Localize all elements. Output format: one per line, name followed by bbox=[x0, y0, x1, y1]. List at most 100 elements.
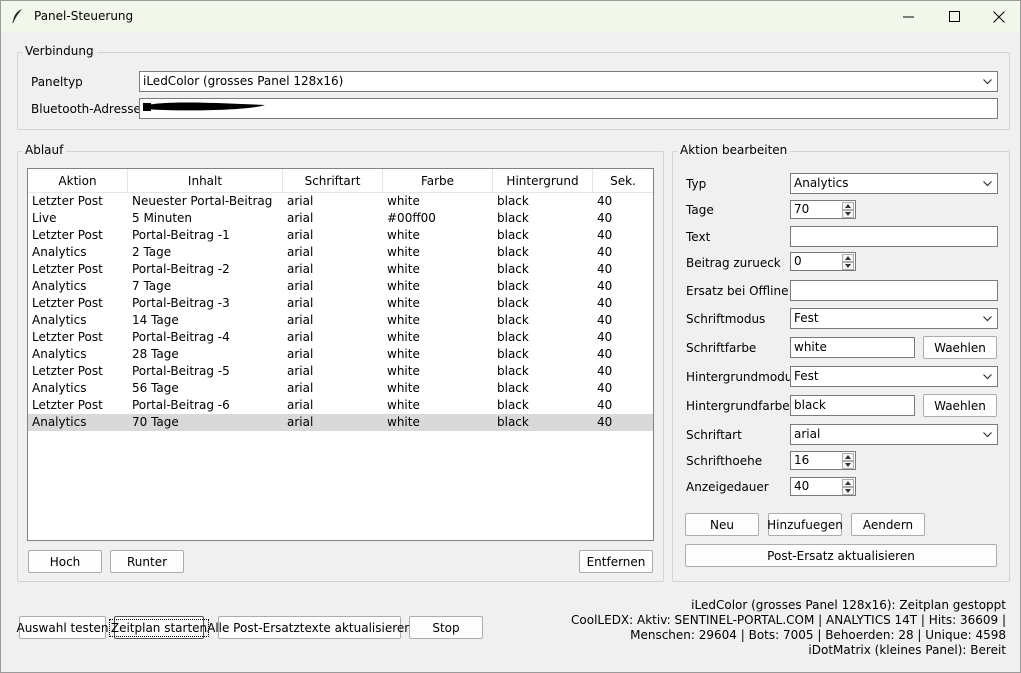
ablauf-label: Ablauf bbox=[22, 143, 67, 157]
auswahl-testen-button[interactable]: Auswahl testen bbox=[16, 616, 109, 639]
hintergrundfarbe-input[interactable]: black bbox=[790, 395, 915, 416]
cell-inhalt: 7 Tage bbox=[132, 279, 172, 293]
column-header-sek[interactable]: Sek. bbox=[593, 169, 653, 193]
schriftfarbe-input[interactable]: white bbox=[790, 337, 915, 358]
spin-down-icon[interactable] bbox=[842, 262, 854, 270]
status-panel: iLedColor (grosses Panel 128x16): Zeitpl… bbox=[506, 598, 1006, 658]
schrifthoehe-spinbox[interactable]: 16 bbox=[790, 451, 856, 470]
cell-aktion: Live bbox=[32, 211, 57, 225]
spin-up-icon[interactable] bbox=[842, 479, 854, 487]
neu-button[interactable]: Neu bbox=[685, 513, 759, 536]
runter-button[interactable]: Runter bbox=[110, 550, 184, 573]
close-icon bbox=[993, 10, 1005, 23]
column-header-farbe[interactable]: Farbe bbox=[383, 169, 493, 193]
hintergrundmodus-select[interactable]: Fest bbox=[790, 366, 998, 387]
cell-aktion: Letzter Post bbox=[32, 398, 103, 412]
cell-hintergrund: black bbox=[497, 262, 529, 276]
paneltyp-select[interactable]: iLedColor (grosses Panel 128x16) bbox=[139, 71, 998, 92]
spin-down-icon[interactable] bbox=[842, 461, 854, 469]
spin-down-icon[interactable] bbox=[842, 487, 854, 495]
cell-schriftart: arial bbox=[287, 415, 314, 429]
entfernen-button[interactable]: Entfernen bbox=[579, 550, 653, 573]
hinzufuegen-button[interactable]: Hinzufuegen bbox=[767, 513, 843, 536]
table-row[interactable]: Analytics 7 Tage arial white black 40 bbox=[28, 278, 653, 295]
cell-sek: 40 bbox=[597, 194, 613, 208]
beitrag-zurueck-spinbox[interactable]: 0 bbox=[790, 252, 856, 271]
aktion-label: Aktion bearbeiten bbox=[677, 143, 791, 157]
table-row[interactable]: Letzter Post Portal-Beitrag -5 arial white b… bbox=[28, 363, 653, 380]
cell-hintergrund: black bbox=[497, 313, 529, 327]
ablauf-table[interactable]: Aktion Inhalt Schriftart Farbe Hintergru… bbox=[27, 168, 654, 541]
spin-up-icon[interactable] bbox=[842, 254, 854, 262]
minimize-button[interactable] bbox=[885, 1, 931, 32]
cell-inhalt: 56 Tage bbox=[132, 381, 179, 395]
cell-farbe: white bbox=[387, 296, 420, 310]
cell-inhalt: Neuester Portal-Beitrag bbox=[132, 194, 273, 208]
main-window: Panel-Steuerung Verbindung Paneltyp iLed… bbox=[0, 0, 1021, 673]
table-row[interactable]: Analytics 70 Tage arial white black 40 bbox=[28, 414, 653, 431]
cell-hintergrund: black bbox=[497, 381, 529, 395]
column-header-aktion[interactable]: Aktion bbox=[28, 169, 128, 193]
maximize-button[interactable] bbox=[931, 1, 977, 32]
zeitplan-starten-button[interactable]: Zeitplan starten bbox=[108, 616, 210, 639]
table-row[interactable]: Letzter Post Neuester Portal-Beitrag arial… bbox=[28, 193, 653, 210]
cell-inhalt: 2 Tage bbox=[132, 245, 172, 259]
aendern-button[interactable]: Aendern bbox=[851, 513, 925, 536]
waehlen-label: Waehlen bbox=[934, 340, 986, 355]
table-row[interactable]: Letzter Post Portal-Beitrag -6 arial white b… bbox=[28, 397, 653, 414]
column-header-schriftart[interactable]: Schriftart bbox=[283, 169, 383, 193]
table-row[interactable]: Analytics 14 Tage arial white black 40 bbox=[28, 312, 653, 329]
alle-post-ersatztexte-button[interactable]: Alle Post-Ersatztexte aktualisieren bbox=[207, 616, 412, 639]
cell-schriftart: arial bbox=[287, 398, 314, 412]
table-row[interactable]: Letzter Post Portal-Beitrag -1 arial white b… bbox=[28, 227, 653, 244]
cell-sek: 40 bbox=[597, 364, 613, 378]
tage-spinbox[interactable]: 70 bbox=[790, 200, 856, 219]
post-ersatz-aktualisieren-button[interactable]: Post-Ersatz aktualisieren bbox=[685, 544, 997, 567]
anzeigedauer-label: Anzeigedauer bbox=[686, 480, 769, 494]
stop-button[interactable]: Stop bbox=[409, 616, 483, 639]
text-input[interactable] bbox=[790, 226, 998, 247]
table-row[interactable]: Letzter Post Portal-Beitrag -4 arial white b… bbox=[28, 329, 653, 346]
column-header-hintergrund[interactable]: Hintergrund bbox=[493, 169, 593, 193]
status-line-stats: Menschen: 29604 | Bots: 7005 | Behoerden… bbox=[630, 628, 1006, 642]
cell-aktion: Analytics bbox=[32, 313, 87, 327]
table-row[interactable]: Analytics 28 Tage arial white black 40 bbox=[28, 346, 653, 363]
cell-inhalt: Portal-Beitrag -1 bbox=[132, 228, 230, 242]
table-row[interactable]: Letzter Post Portal-Beitrag -2 arial white b… bbox=[28, 261, 653, 278]
table-row[interactable]: Live 5 Minuten arial #00ff00 black 40 bbox=[28, 210, 653, 227]
cell-farbe: white bbox=[387, 347, 420, 361]
table-row[interactable]: Letzter Post Portal-Beitrag -3 arial white b… bbox=[28, 295, 653, 312]
cell-schriftart: arial bbox=[287, 211, 314, 225]
cell-schriftart: arial bbox=[287, 330, 314, 344]
spin-up-icon[interactable] bbox=[842, 453, 854, 461]
cell-farbe: white bbox=[387, 279, 420, 293]
typ-select[interactable]: Analytics bbox=[790, 173, 998, 194]
anzeigedauer-spinbox[interactable]: 40 bbox=[790, 477, 856, 496]
cell-schriftart: arial bbox=[287, 313, 314, 327]
hintergrundfarbe-waehlen-button[interactable]: Waehlen bbox=[923, 394, 997, 417]
ersatz-offline-input[interactable] bbox=[790, 280, 998, 301]
cell-farbe: white bbox=[387, 262, 420, 276]
cell-aktion: Analytics bbox=[32, 347, 87, 361]
cell-schriftart: arial bbox=[287, 245, 314, 259]
hoch-button[interactable]: Hoch bbox=[28, 550, 102, 573]
text-label: Text bbox=[686, 230, 711, 244]
spin-down-icon[interactable] bbox=[842, 210, 854, 218]
beitrag-zurueck-value: 0 bbox=[794, 254, 802, 268]
cell-aktion: Letzter Post bbox=[32, 262, 103, 276]
schriftmodus-select[interactable]: Fest bbox=[790, 308, 998, 329]
schriftart-select[interactable]: arial bbox=[790, 424, 998, 445]
cell-farbe: #00ff00 bbox=[387, 211, 436, 225]
cell-aktion: Letzter Post bbox=[32, 228, 103, 242]
cell-inhalt: 70 Tage bbox=[132, 415, 179, 429]
table-row[interactable]: Analytics 2 Tage arial white black 40 bbox=[28, 244, 653, 261]
bluetooth-address-input[interactable] bbox=[139, 98, 998, 119]
close-button[interactable] bbox=[976, 1, 1020, 32]
column-header-inhalt[interactable]: Inhalt bbox=[128, 169, 283, 193]
cell-sek: 40 bbox=[597, 313, 613, 327]
title-bar[interactable]: Panel-Steuerung bbox=[1, 1, 1020, 32]
schriftfarbe-waehlen-button[interactable]: Waehlen bbox=[923, 336, 997, 359]
table-row[interactable]: Analytics 56 Tage arial white black 40 bbox=[28, 380, 653, 397]
spin-up-icon[interactable] bbox=[842, 202, 854, 210]
redaction-mark bbox=[143, 102, 265, 111]
